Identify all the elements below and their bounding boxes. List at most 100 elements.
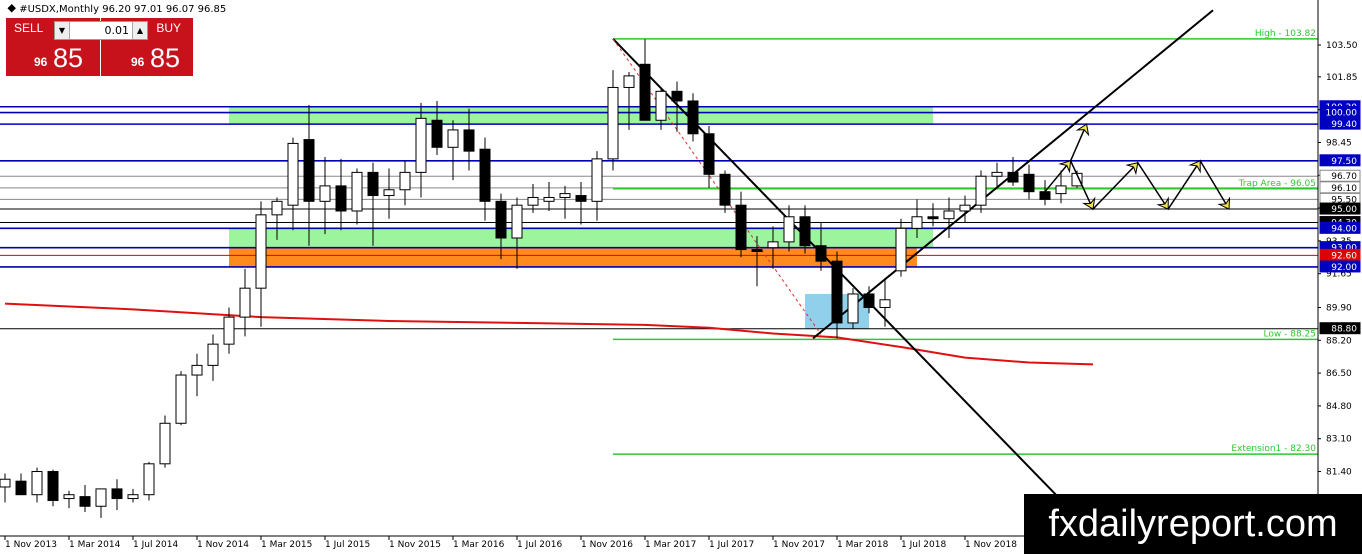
- forecast-arrows: [1044, 123, 1231, 211]
- x-tick-label: 1 Nov 2016: [581, 540, 633, 550]
- forecast-arrow-icon: [1217, 196, 1231, 210]
- candle-body: [543, 196, 555, 202]
- symbol-icon: [7, 4, 16, 13]
- candle-body: [255, 214, 267, 289]
- candle-body: [991, 171, 1003, 177]
- y-tick-label: 103.50: [1326, 41, 1358, 51]
- y-tick-label: 88.20: [1326, 336, 1352, 346]
- lot-size-value: 0.01: [104, 24, 130, 37]
- candle-body: [111, 488, 123, 500]
- price-tag-label: 96.10: [1331, 184, 1357, 194]
- candle-body: [191, 364, 203, 376]
- axes: 103.50101.85100.1598.4596.7595.0593.3591…: [0, 0, 1358, 550]
- candle-body: [287, 142, 299, 206]
- price-tag-label: 97.50: [1331, 157, 1357, 167]
- candle-body: [63, 494, 75, 500]
- one-click-trading-panel: SELL 96 85 BUY 96 85 ▼ 0.01 ▲: [6, 18, 193, 76]
- candle-body: [799, 216, 811, 247]
- price-tag-label: 100.00: [1326, 109, 1358, 119]
- fib-label: High - 103.82: [1255, 29, 1316, 39]
- candle-body: [1055, 185, 1067, 195]
- sell-price-big: 85: [53, 43, 84, 73]
- fib-label: Low - 88.25: [1264, 329, 1316, 339]
- candle-body: [767, 241, 779, 249]
- x-tick-label: 1 Mar 2014: [69, 540, 121, 550]
- candle-body: [335, 185, 347, 212]
- price-tag-label: 88.80: [1331, 325, 1357, 335]
- sell-price-small: 96: [34, 55, 48, 69]
- price-tag-label: 96.70: [1331, 172, 1357, 182]
- lot-size-field[interactable]: ▼ 0.01 ▲: [54, 21, 148, 40]
- buy-label: BUY: [156, 21, 181, 35]
- y-tick-label: 101.85: [1326, 73, 1358, 83]
- y-tick-label: 83.10: [1326, 435, 1352, 445]
- candle-body: [735, 204, 747, 251]
- candle-body: [703, 133, 715, 175]
- y-tick-label: 81.40: [1326, 468, 1352, 478]
- price-tag-label: 92.60: [1331, 251, 1357, 261]
- candle-body: [431, 119, 443, 148]
- zone-green-mid: [229, 228, 933, 248]
- candle-body: [159, 422, 171, 465]
- y-tick-label: 89.90: [1326, 303, 1352, 313]
- x-tick-label: 1 Jul 2018: [901, 540, 946, 550]
- x-tick-label: 1 Jul 2017: [709, 540, 754, 550]
- fib-label: Extension1 - 82.30: [1231, 444, 1316, 454]
- symbol-name: #USDX,Monthly: [19, 4, 100, 15]
- candle-body: [511, 204, 523, 239]
- candle-body: [879, 299, 891, 308]
- x-tick-label: 1 Mar 2016: [453, 540, 505, 550]
- x-tick-label: 1 Nov 2013: [5, 540, 57, 550]
- price-tag-label: 92.00: [1331, 263, 1357, 273]
- candle-body: [719, 173, 731, 206]
- y-tick-label: 84.80: [1326, 402, 1352, 412]
- zone-orange: [229, 247, 917, 267]
- candle-body: [15, 480, 27, 496]
- moving-average-line: [4, 302, 1094, 366]
- candle-body: [223, 316, 235, 345]
- candle-body: [975, 175, 987, 206]
- y-tick-label: 98.45: [1326, 138, 1352, 148]
- watermark: fxdailyreport.com: [1024, 494, 1362, 554]
- candle-body: [847, 293, 859, 324]
- chart-header: #USDX,Monthly 96.20 97.01 96.07 96.85: [7, 4, 227, 15]
- candle-body: [239, 287, 251, 318]
- price-tag-label: 94.00: [1331, 224, 1357, 234]
- candle-body: [0, 478, 11, 488]
- fib-label: Trap Area - 96.05: [1238, 179, 1316, 189]
- x-tick-label: 1 Jul 2016: [517, 540, 562, 550]
- candle-body: [1007, 171, 1019, 183]
- candle-body: [175, 374, 187, 424]
- triangle-up-icon[interactable]: ▲: [132, 22, 147, 39]
- candle-body: [31, 471, 43, 496]
- triangle-down-icon[interactable]: ▼: [55, 22, 70, 39]
- candle-body: [943, 210, 955, 220]
- candle-body: [399, 171, 411, 191]
- x-tick-label: 1 Jul 2014: [133, 540, 178, 550]
- candle-body: [639, 63, 651, 121]
- y-tick-label: 86.50: [1326, 369, 1352, 379]
- candle-body: [1023, 173, 1035, 193]
- ohlc-values: 96.20 97.01 96.07 96.85: [102, 4, 227, 15]
- candle-body: [415, 117, 427, 173]
- price-tag-label: 95.00: [1331, 205, 1357, 215]
- candle-body: [687, 100, 699, 135]
- candle-body: [79, 496, 91, 507]
- candle-body: [127, 494, 139, 500]
- x-tick-label: 1 Nov 2014: [197, 540, 249, 550]
- candle-body: [559, 193, 571, 198]
- x-tick-label: 1 Nov 2015: [389, 540, 441, 550]
- zone-green-top: [229, 106, 933, 125]
- candle-body: [143, 463, 155, 496]
- candle-body: [783, 216, 795, 243]
- candle-body: [815, 245, 827, 262]
- price-tags: 100.30100.0099.4097.5096.7096.1095.5095.…: [1319, 100, 1361, 335]
- candle-body: [575, 195, 587, 202]
- candle-body: [895, 227, 907, 272]
- x-tick-label: 1 Nov 2018: [965, 540, 1017, 550]
- candle-body: [47, 471, 59, 501]
- price-tag-label: 99.40: [1331, 120, 1357, 130]
- buy-price-big: 85: [150, 43, 181, 73]
- arrow-head: [1217, 196, 1231, 210]
- candlestick-chart: High - 103.82 Trap Area - 96.05 Low - 88.2…: [0, 0, 1361, 550]
